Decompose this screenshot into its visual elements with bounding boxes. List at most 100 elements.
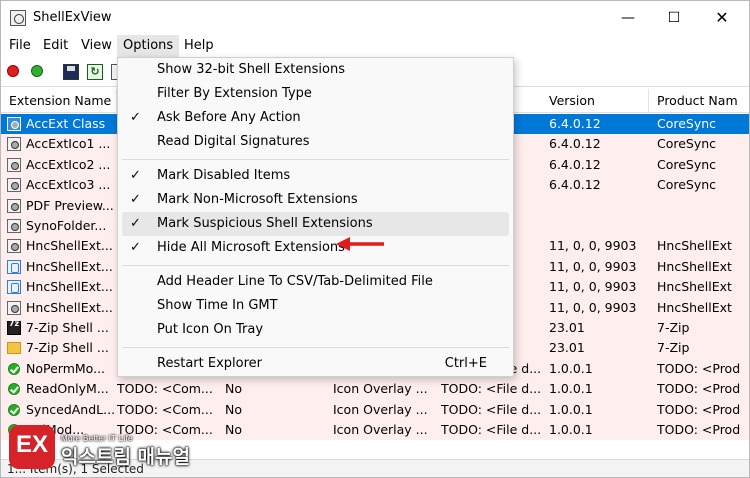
- cell-name: SynoFolder...: [26, 218, 107, 233]
- cell-c5: TODO: <File d...: [441, 401, 541, 417]
- shell-icon: [7, 198, 21, 213]
- cell-version: 6.4.0.12: [549, 116, 601, 131]
- menu-edit[interactable]: Edit: [37, 35, 74, 57]
- disable-red-dot-icon[interactable]: [7, 65, 19, 77]
- hnc-icon: [7, 280, 21, 295]
- close-button[interactable]: ✕: [699, 1, 745, 35]
- checkmark-icon: ✓: [130, 240, 141, 255]
- menu-item-label: Put Icon On Tray: [157, 322, 264, 337]
- menu-item-show-32-bit-shell-extensions[interactable]: Show 32-bit Shell Extensions: [122, 58, 509, 82]
- ok-check-icon: [8, 362, 20, 375]
- cell-name: NoPermMo...: [26, 360, 106, 376]
- table-row[interactable]: SyncedAndL... TODO: <Com... No Icon Overlay…: [1, 399, 749, 420]
- menu-file[interactable]: File: [3, 35, 37, 57]
- cell-c3: No: [225, 422, 242, 437]
- annotation-arrow-icon: [336, 237, 384, 251]
- cell-version: 6.4.0.12: [549, 136, 601, 152]
- checkmark-icon: ✓: [130, 216, 141, 231]
- cell-name: PDF Preview...: [26, 197, 114, 213]
- cell-product: CoreSync: [657, 116, 717, 131]
- cell-product: HncShellExt: [657, 299, 732, 315]
- cell-c2: TODO: <Com...: [117, 401, 213, 417]
- cell-version: 11, 0, 0, 9903: [549, 299, 637, 315]
- menu-item-label: Hide All Microsoft Extensions: [157, 240, 345, 255]
- cell-name: AccExtIco3 ...: [26, 177, 111, 193]
- menu-item-label: Show Time In GMT: [157, 298, 278, 313]
- column-header-product-name[interactable]: Product Nam: [649, 89, 749, 113]
- menu-item-put-icon-on-tray[interactable]: Put Icon On Tray: [122, 318, 509, 342]
- cell-version: 23.01: [549, 320, 585, 335]
- cell-version: 6.4.0.12: [549, 177, 601, 193]
- folder-icon: [7, 342, 21, 355]
- options-menu-dropdown: Show 32-bit Shell Extensions Filter By Ex…: [117, 57, 514, 377]
- menu-item-label: Mark Suspicious Shell Extensions: [157, 216, 373, 231]
- cell-product: TODO: <Prod: [657, 360, 741, 376]
- window-title: ShellExView: [33, 10, 112, 25]
- ok-check-icon: [8, 383, 20, 396]
- cell-product: CoreSync: [657, 177, 717, 193]
- column-header-version[interactable]: Version: [541, 89, 649, 113]
- watermark: EX More Better IT Life 익스트림 매뉴얼: [9, 425, 209, 469]
- menu-item-read-digital-signatures[interactable]: Read Digital Signatures: [122, 130, 509, 154]
- column-header-extension-name[interactable]: Extension Name: [1, 89, 117, 113]
- menu-item-mark-suspicious-shell-extensions[interactable]: ✓ Mark Suspicious Shell Extensions: [122, 212, 509, 236]
- cell-version: 1.0.0.1: [549, 422, 593, 437]
- cell-name: AccExt Class: [23, 114, 111, 134]
- cell-product: 7-Zip: [657, 340, 690, 356]
- menu-item-hide-all-microsoft-extensions[interactable]: ✓ Hide All Microsoft Extensions: [122, 236, 509, 260]
- cell-version: 6.4.0.12: [549, 156, 601, 172]
- cell-version: 1.0.0.1: [549, 401, 593, 417]
- cell-c4: Icon Overlay ...: [333, 422, 428, 437]
- menu-item-show-time-in-gmt[interactable]: Show Time In GMT: [122, 294, 509, 318]
- checkmark-icon: ✓: [130, 168, 141, 183]
- cell-product: 7-Zip: [657, 320, 690, 335]
- menu-item-label: Ask Before Any Action: [157, 110, 301, 125]
- menu-item-ask-before-any-action[interactable]: ✓ Ask Before Any Action: [122, 106, 509, 130]
- cell-product: HncShellExt: [657, 258, 732, 274]
- cell-c3: No: [225, 401, 242, 417]
- shell-icon: [7, 137, 21, 152]
- refresh-icon[interactable]: ↻: [87, 64, 103, 80]
- cell-product: [657, 196, 749, 216]
- cell-name: AccExtIco2 ...: [26, 156, 111, 172]
- cell-version: [549, 216, 653, 236]
- cell-c5: TODO: <File d...: [441, 422, 541, 437]
- cell-product: [657, 216, 749, 236]
- checkmark-icon: ✓: [130, 110, 141, 125]
- cell-product: HncShellExt: [657, 279, 732, 295]
- checkmark-icon: ✓: [130, 192, 141, 207]
- hnc-icon: [7, 259, 21, 274]
- menu-item-label: Add Header Line To CSV/Tab-Delimited Fil…: [157, 274, 433, 289]
- menu-item-mark-disabled-items[interactable]: ✓ Mark Disabled Items: [122, 164, 509, 188]
- shell-icon: [7, 300, 21, 315]
- cell-product: TODO: <Prod: [657, 381, 741, 397]
- cell-c5: TODO: <File d...: [441, 381, 541, 397]
- cell-name: SyncedAndL...: [26, 401, 114, 417]
- shellexview-window: ShellExView — ☐ ✕ File Edit View Options…: [0, 0, 750, 478]
- table-row[interactable]: ReadOnlyM... TODO: <Com... No Icon Overlay …: [1, 379, 749, 400]
- title-bar[interactable]: ShellExView — ☐ ✕: [1, 1, 749, 35]
- menu-item-label: Filter By Extension Type: [157, 86, 312, 101]
- watermark-logo-text: EX: [15, 431, 48, 458]
- cell-name: AccExtIco1 ...: [26, 136, 111, 152]
- menu-item-add-header-line-to-csv-tab-delimited-file[interactable]: Add Header Line To CSV/Tab-Delimited Fil…: [122, 270, 509, 294]
- watermark-name: 익스트림 매뉴얼: [61, 446, 190, 468]
- cell-name: HncShellExt...: [26, 258, 113, 274]
- menu-item-restart-explorer[interactable]: Restart Explorer Ctrl+E: [122, 352, 509, 376]
- menu-help[interactable]: Help: [178, 35, 220, 57]
- menu-view[interactable]: View: [75, 35, 118, 57]
- maximize-button[interactable]: ☐: [651, 1, 697, 35]
- menu-bar: File Edit View Options Help: [1, 35, 749, 57]
- enable-green-dot-icon[interactable]: [31, 65, 43, 77]
- cell-c3: No: [225, 381, 242, 397]
- menu-item-mark-non-microsoft-extensions[interactable]: ✓ Mark Non-Microsoft Extensions: [122, 188, 509, 212]
- menu-separator: [122, 159, 509, 160]
- save-icon[interactable]: [63, 64, 79, 80]
- menu-options[interactable]: Options: [117, 35, 180, 57]
- menu-item-filter-by-extension-type[interactable]: Filter By Extension Type: [122, 82, 509, 106]
- ok-check-icon: [8, 403, 20, 416]
- menu-separator: [122, 347, 509, 348]
- menu-separator: [122, 265, 509, 266]
- minimize-button[interactable]: —: [605, 1, 651, 35]
- watermark-logo: EX: [9, 425, 55, 469]
